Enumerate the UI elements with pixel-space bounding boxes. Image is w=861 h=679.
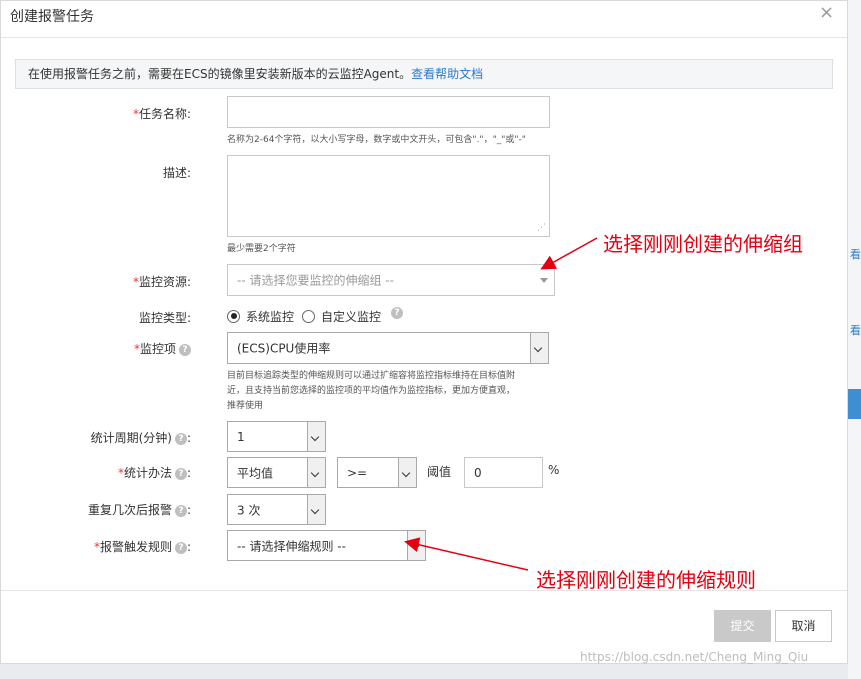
background-bar [848, 389, 861, 419]
help-icon[interactable]: ? [174, 467, 187, 480]
background-link: 看 [850, 324, 861, 337]
period-select[interactable]: 1 [227, 421, 326, 452]
background-page [848, 0, 861, 679]
threshold-input[interactable] [464, 457, 543, 488]
scaling-rule-placeholder: -- 请选择伸缩规则 -- [237, 539, 346, 553]
chevron-down-icon [398, 458, 416, 487]
task-name-hint: 名称为2-64个字符，以大小写字母，数字或中文开头，可包含"."，"_"或"-" [227, 135, 526, 145]
description-hint: 最少需要2个字符 [227, 244, 296, 254]
period-label: 统计周期(分钟)?: [90, 431, 191, 445]
help-icon[interactable]: ? [174, 432, 187, 445]
monitor-type-label: 监控类型: [138, 311, 191, 325]
operator-value: >= [347, 465, 368, 480]
dialog-title: 创建报警任务 [10, 9, 94, 25]
task-name-input[interactable] [227, 96, 550, 128]
metric-select[interactable]: (ECS)CPU使用率 [227, 332, 549, 364]
repeat-label: 重复几次后报警?: [87, 503, 191, 517]
repeat-select[interactable]: 3 次 [227, 494, 326, 525]
period-value: 1 [237, 429, 245, 444]
operator-select[interactable]: >= [337, 457, 417, 488]
cancel-button[interactable]: 取消 [775, 610, 832, 642]
aggregation-value: 平均值 [237, 466, 274, 480]
help-icon[interactable]: ? [391, 307, 404, 319]
resize-grip-icon: ⋰ [537, 223, 546, 233]
radio-label-system: 系统监控 [246, 309, 295, 324]
annotation-top: 选择刚刚创建的伸缩组 [603, 232, 803, 256]
chevron-down-icon [307, 458, 325, 487]
metric-hint-line: 目前目标追踪类型的伸缩规则可以通过扩缩容将监控指标维持在目标值附 [227, 371, 516, 381]
description-textarea[interactable] [227, 155, 550, 237]
scaling-group-select[interactable]: -- 请选择您要监控的伸缩组 -- [227, 264, 555, 296]
task-name-label: *任务名称: [132, 107, 191, 121]
dialog-header: 创建报警任务 × [1, 1, 847, 38]
radio-system-monitor[interactable] [227, 309, 240, 323]
rule-label: *报警触发规则?: [93, 540, 191, 554]
annotation-bottom: 选择刚刚创建的伸缩规则 [536, 568, 756, 592]
agent-notice: 在使用报警任务之前，需要在ECS的镜像里安装新版本的云监控Agent。查看帮助文… [15, 59, 833, 89]
metric-hint-line: 近，且支持当前您选择的监控项的平均值作为监控指标，更加方便直观， [227, 386, 516, 396]
notice-text: 在使用报警任务之前，需要在ECS的镜像里安装新版本的云监控Agent。 [28, 67, 412, 81]
submit-button[interactable]: 提交 [714, 610, 771, 642]
radio-label-custom: 自定义监控 [321, 309, 382, 324]
aggregation-select[interactable]: 平均值 [227, 457, 326, 488]
monitor-type-radios: 系统监控 自定义监控 ? [227, 307, 404, 325]
background-link: 看 [850, 248, 861, 261]
help-doc-link[interactable]: 查看帮助文档 [411, 67, 483, 81]
repeat-value: 3 次 [237, 503, 261, 517]
scaling-rule-select[interactable]: -- 请选择伸缩规则 -- [227, 530, 426, 561]
chevron-down-icon [530, 333, 548, 363]
radio-custom-monitor[interactable] [302, 309, 316, 323]
metric-label: *监控项? [1, 340, 191, 357]
description-label: 描述: [162, 166, 191, 180]
method-label: *统计办法?: [117, 466, 191, 480]
chevron-down-icon [307, 495, 325, 524]
metric-value: (ECS)CPU使用率 [237, 341, 331, 356]
help-icon[interactable]: ? [174, 504, 187, 517]
threshold-label: 阈值 [427, 465, 452, 479]
scaling-group-placeholder: -- 请选择您要监控的伸缩组 -- [237, 273, 394, 288]
help-icon[interactable]: ? [174, 541, 187, 554]
chevron-down-icon [407, 531, 425, 560]
watermark: https://blog.csdn.net/Cheng_Ming_Qiu [580, 650, 809, 664]
metric-hint-line: 推荐使用 [227, 401, 264, 411]
resource-label: *监控资源: [132, 275, 191, 289]
help-icon[interactable]: ? [179, 343, 191, 356]
close-icon[interactable]: × [819, 2, 834, 23]
chevron-down-icon [536, 265, 554, 295]
threshold-unit: % [548, 463, 560, 477]
chevron-down-icon [307, 422, 325, 451]
